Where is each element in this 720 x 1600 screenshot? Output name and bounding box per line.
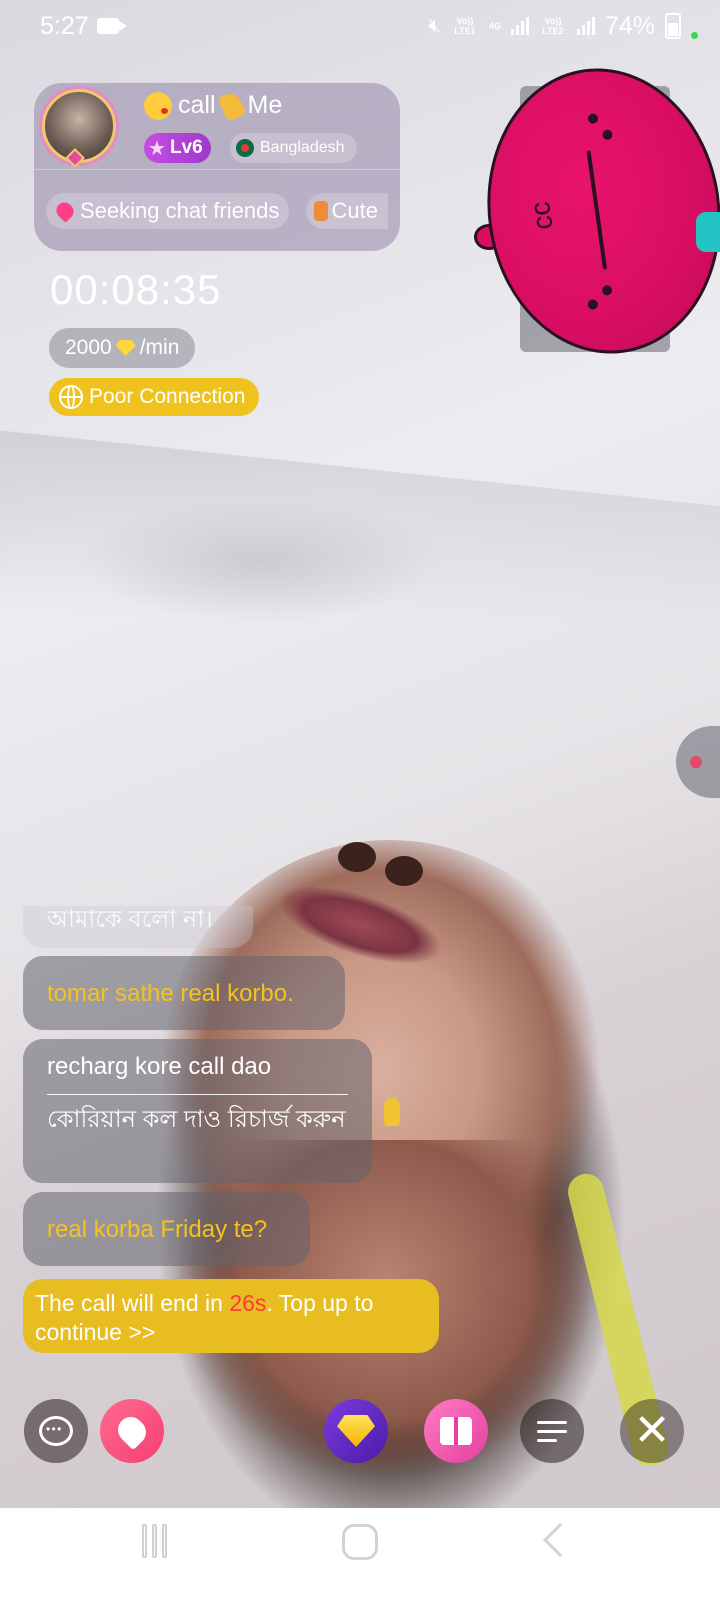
country-badge: Bangladesh: [230, 133, 357, 163]
privacy-indicator: [691, 31, 698, 39]
banner-countdown: 26s: [229, 1290, 267, 1316]
recent-apps-icon: [142, 1524, 147, 1558]
emoji-reaction-icon: [384, 1098, 400, 1126]
chat-message-text: tomar sathe real korbo.: [47, 980, 294, 1007]
chat-message: আমাকে বলো না।: [23, 906, 253, 948]
globe-icon: [59, 385, 83, 409]
level-badge: ★ Lv6: [144, 133, 211, 163]
notification-dot: [690, 756, 702, 768]
sim1-label: Vo)) LTE1: [454, 16, 476, 36]
home-button[interactable]: [342, 1524, 378, 1560]
recent-apps-button[interactable]: [142, 1524, 174, 1558]
sticker-eye: [587, 112, 599, 125]
pointing-hand-icon: [216, 89, 247, 122]
chat-message-text: আমাকে বলো না।: [47, 906, 213, 933]
kiss-emoji-icon: [144, 91, 172, 120]
call-ending-topup-banner[interactable]: The call will end in 26s. Top up to cont…: [23, 1279, 439, 1353]
star-icon: ★: [148, 137, 166, 160]
sticker-eye: [601, 129, 614, 141]
chat-message-text: recharg kore call dao: [47, 1053, 272, 1080]
rate-unit: /min: [139, 336, 180, 359]
menu-icon: [537, 1420, 567, 1424]
card-divider: [34, 169, 400, 170]
gift-button[interactable]: [424, 1399, 488, 1463]
nostril: [385, 856, 423, 886]
diamond-icon: [115, 340, 136, 356]
menu-button[interactable]: [520, 1399, 584, 1463]
chat-message: tomar sathe real korbo.: [23, 956, 345, 1030]
connection-status: Poor Connection: [89, 385, 246, 408]
signal-icon: [510, 17, 529, 35]
close-icon: ✕: [633, 1406, 671, 1455]
host-name-suffix: Me: [247, 91, 283, 119]
recharge-button[interactable]: [324, 1399, 388, 1463]
tag-label: Seeking chat friends: [80, 198, 280, 223]
chat-message-translated: recharg kore call dao কোরিয়ান কল দাও রি…: [23, 1039, 372, 1183]
sticker-mouth: [586, 150, 608, 270]
menu-icon: [537, 1438, 557, 1442]
sticker-teal-accent: [696, 212, 720, 252]
quick-message-button[interactable]: [100, 1399, 164, 1463]
wall-shadow: [0, 427, 720, 753]
diamond-icon: [337, 1415, 375, 1447]
tag-seeking-chat: Seeking chat friends: [46, 193, 290, 229]
end-call-button[interactable]: ✕: [620, 1399, 684, 1463]
gift-icon: [440, 1417, 472, 1445]
level-label: Lv6: [169, 137, 203, 158]
chat-message-text: real korba Friday te?: [47, 1216, 268, 1243]
call-rate-badge: 2000 /min: [49, 328, 196, 368]
battery-percent: 74%: [604, 11, 655, 40]
recent-apps-icon: [162, 1524, 167, 1558]
mute-icon: 🔇︎: [428, 14, 441, 37]
heart-message-icon: [112, 1411, 152, 1451]
chat-message-translation: কোরিয়ান কল দাও রিচার্জ করুন: [47, 1106, 346, 1133]
recent-apps-icon: [152, 1524, 157, 1558]
signal-icon: [576, 17, 595, 35]
rate-value: 2000: [65, 336, 112, 359]
tag-label: Cute: [331, 198, 378, 223]
banner-prefix: The call will end in: [35, 1290, 230, 1316]
sticker-eye: [587, 298, 599, 311]
chat-button[interactable]: [24, 1399, 88, 1463]
battery-icon: [665, 13, 681, 39]
heart-icon: [53, 199, 77, 223]
country-label: Bangladesh: [260, 139, 345, 156]
status-time: 5:27: [40, 11, 89, 40]
call-timer: 00:08:35: [50, 266, 222, 313]
sticker-eye: [601, 284, 613, 296]
tag-cute: Cute: [306, 193, 388, 229]
sticker-cheek: ɔɔ: [528, 199, 563, 232]
chat-bubble-icon: [39, 1416, 73, 1446]
chat-message: real korba Friday te?: [23, 1192, 310, 1266]
menu-icon: [537, 1429, 567, 1433]
sim2-label: Vo)) LTE2: [542, 16, 564, 36]
translation-divider: [47, 1094, 348, 1095]
host-name-prefix: call: [178, 91, 216, 119]
status-bar: 5:27 🔇︎ Vo)) LTE1 4G Vo)) LTE2 74%: [0, 0, 720, 52]
nostril: [338, 842, 376, 872]
video-recording-icon: [96, 18, 127, 34]
note-icon: [314, 201, 328, 221]
host-name: call Me: [144, 89, 283, 122]
network-type: 4G: [488, 21, 501, 31]
host-info-card[interactable]: call Me ★ Lv6 Bangladesh Seeking chat fr…: [34, 83, 400, 251]
bangladesh-flag-icon: [236, 139, 254, 157]
connection-status-badge: Poor Connection: [49, 378, 260, 416]
